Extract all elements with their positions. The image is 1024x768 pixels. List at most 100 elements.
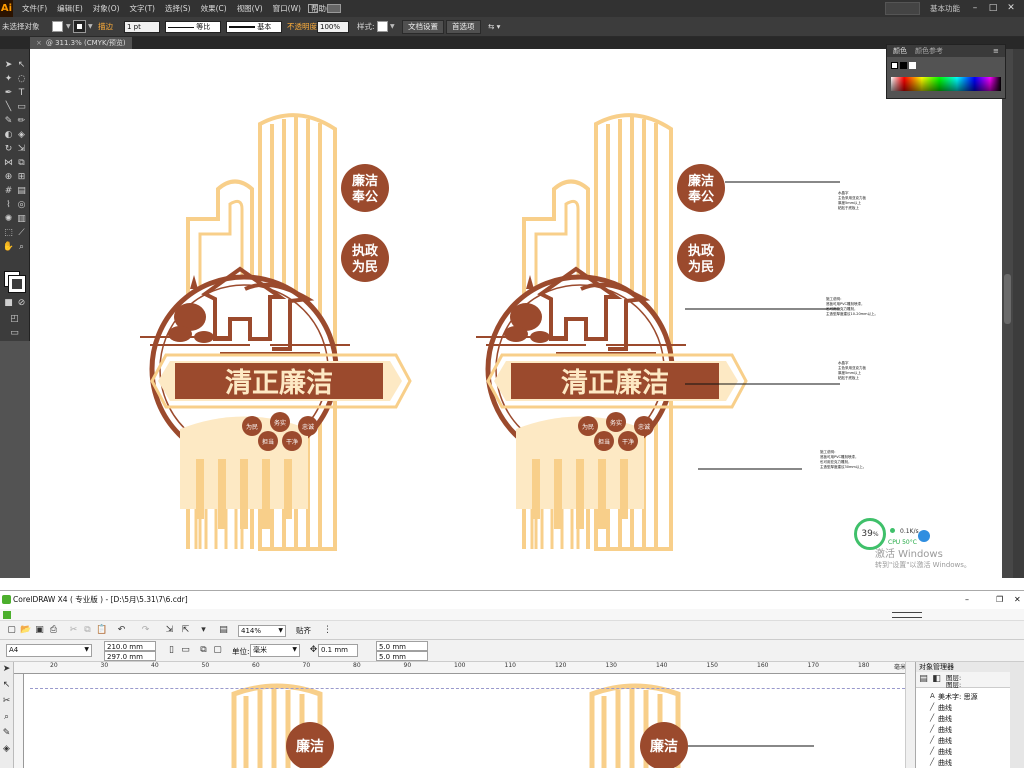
zoom-tool-icon[interactable]: ⌕ <box>1 712 12 723</box>
arrange-documents-icon[interactable] <box>327 4 341 13</box>
tab-color-guide[interactable]: 颜色参考 <box>915 45 943 57</box>
view-layers-icon[interactable]: ◧ <box>931 674 942 685</box>
gradient-tool-icon[interactable]: ▤ <box>15 185 28 198</box>
artboard-canvas[interactable]: 廉洁 奉公 执政 为民 清正廉洁 为民 务实 忠诚 担当 干净 廉洁 奉公 执政… <box>30 49 1002 578</box>
object-row-3[interactable]: 曲线 <box>938 714 952 724</box>
stroke-swatch[interactable] <box>73 20 86 33</box>
duplicate-x-field[interactable]: 5.0 mm <box>376 641 428 651</box>
workspace-switcher[interactable]: 基本功能 <box>930 0 960 17</box>
snap-to-menu[interactable]: 贴齐 <box>296 625 311 636</box>
object-row-2[interactable]: 曲线 <box>938 703 952 713</box>
document-setup-button[interactable]: 文档设置 <box>402 20 444 34</box>
white-swatch[interactable] <box>909 62 916 69</box>
panel-options-icon[interactable]: ⇆ ▾ <box>488 17 500 37</box>
vertical-scrollbar[interactable] <box>1002 49 1013 578</box>
restore-icon[interactable]: ❐ <box>996 591 1003 609</box>
redo-icon[interactable]: ↷ <box>140 625 151 636</box>
doc-window-controls[interactable] <box>892 612 922 618</box>
hand-tool-icon[interactable]: ✋ <box>2 241 15 254</box>
shape-builder-icon[interactable]: ⊕ <box>2 171 15 184</box>
document-tab[interactable]: × @ 311.3% (CMYK/预览) <box>30 37 132 49</box>
zoom-level-field[interactable]: 414% ▼ <box>238 625 286 637</box>
import-icon[interactable]: ⇲ <box>164 625 175 636</box>
blend-tool-icon[interactable]: ◎ <box>15 199 28 212</box>
stroke-color-box[interactable] <box>8 275 26 293</box>
cd-sign-left[interactable]: 廉洁 <box>231 683 334 768</box>
object-row-7[interactable]: 曲线 <box>938 758 952 768</box>
free-transform-icon[interactable]: ⧉ <box>15 157 28 170</box>
open-icon[interactable]: 📂 <box>20 625 31 636</box>
paste-icon[interactable]: 📋 <box>96 625 107 636</box>
none-swatch[interactable] <box>891 62 898 69</box>
stroke-label[interactable]: 描边 <box>98 17 113 37</box>
duplicate-y-field[interactable]: 5.0 mm <box>376 651 428 661</box>
eyedropper-icon[interactable]: ⌇ <box>2 199 15 212</box>
menu-edit[interactable]: 编辑(E) <box>52 0 88 17</box>
layer-options-icon[interactable]: ▤ <box>918 674 929 685</box>
cd-vertical-scrollbar[interactable] <box>905 662 915 768</box>
minimize-icon[interactable]: – <box>965 591 969 609</box>
portrait-icon[interactable]: ▯ <box>166 645 177 656</box>
artboard-tool-icon[interactable]: ⬚ <box>2 227 15 240</box>
units-select[interactable]: 毫米 ▼ <box>250 644 300 657</box>
shape-tool-icon[interactable]: ↖ <box>1 680 12 691</box>
bridge-icon[interactable] <box>308 4 318 13</box>
booster-icon[interactable] <box>918 530 930 542</box>
panel-menu-icon[interactable]: ≡ <box>993 45 999 57</box>
object-row-1[interactable]: 美术字: 思源 <box>938 692 978 702</box>
perspective-grid-icon[interactable]: ⊞ <box>15 171 28 184</box>
cd-drawing-canvas[interactable]: 廉洁 廉洁 <box>24 674 914 768</box>
chevron-down-icon[interactable]: ▼ <box>390 17 395 37</box>
welcome-screen-icon[interactable]: ▤ <box>218 625 229 636</box>
menu-window[interactable]: 窗口(W) <box>268 0 306 17</box>
brush-definition[interactable]: 基本 <box>226 21 282 33</box>
print-icon[interactable]: ⎙ <box>48 625 59 636</box>
eraser-tool-icon[interactable]: ◈ <box>15 129 28 142</box>
stroke-weight-field[interactable]: 1 pt <box>124 21 160 33</box>
landscape-icon[interactable]: ▭ <box>180 645 191 656</box>
scale-tool-icon[interactable]: ⇲ <box>15 143 28 156</box>
color-spectrum[interactable] <box>891 77 1001 91</box>
smart-fill-icon[interactable]: ◈ <box>1 744 12 755</box>
panel-dock[interactable] <box>1013 49 1024 578</box>
object-row-4[interactable]: 曲线 <box>938 725 952 735</box>
page-size-select[interactable]: A4 ▼ <box>6 644 92 657</box>
opacity-field[interactable]: 100% <box>317 21 349 33</box>
slice-tool-icon[interactable]: ⟋ <box>15 227 28 240</box>
export-icon[interactable]: ⇱ <box>180 625 191 636</box>
options-icon[interactable]: ⋮ <box>322 625 333 636</box>
all-pages-icon[interactable]: ⧉ <box>198 645 209 656</box>
application-launcher-icon[interactable]: ▾ <box>198 625 209 636</box>
rotate-tool-icon[interactable]: ↻ <box>2 143 15 156</box>
new-document-icon[interactable]: ▢ <box>6 625 17 636</box>
undo-icon[interactable]: ↶ <box>116 625 127 636</box>
variable-width-profile[interactable]: 等比 <box>165 21 221 33</box>
minimize-icon[interactable]: – <box>968 0 982 17</box>
chevron-down-icon[interactable]: ▼ <box>66 17 71 37</box>
line-tool-icon[interactable]: ╲ <box>2 101 15 114</box>
black-swatch[interactable] <box>900 62 907 69</box>
save-icon[interactable]: ▣ <box>34 625 45 636</box>
sign-design-right[interactable]: 廉洁 奉公 执政 为民 清正廉洁 为民 务实 忠诚 担当 干净 <box>476 115 748 549</box>
magic-wand-icon[interactable]: ✦ <box>2 73 15 86</box>
close-icon[interactable]: ✕ <box>1004 0 1018 17</box>
cd-docker-tabs[interactable] <box>1010 662 1024 768</box>
search-field[interactable] <box>885 2 920 15</box>
horizontal-ruler[interactable]: 20 30 40 50 60 70 80 90 100 110 120 130 140 150 160 170… <box>14 662 914 674</box>
width-tool-icon[interactable]: ⋈ <box>2 157 15 170</box>
maximize-icon[interactable]: □ <box>986 0 1000 17</box>
lasso-tool-icon[interactable]: ◌ <box>15 73 28 86</box>
graph-tool-icon[interactable]: ▥ <box>15 213 28 226</box>
object-row-5[interactable]: 曲线 <box>938 736 952 746</box>
scroll-thumb[interactable] <box>1004 274 1011 324</box>
close-tab-icon[interactable]: × <box>36 39 42 47</box>
menu-effect[interactable]: 效果(C) <box>196 0 232 17</box>
style-swatch[interactable] <box>377 21 388 32</box>
copy-icon[interactable]: ⧉ <box>82 625 93 636</box>
symbol-sprayer-icon[interactable]: ✺ <box>2 213 15 226</box>
direct-selection-tool-icon[interactable]: ↖ <box>15 59 28 72</box>
menu-select[interactable]: 选择(S) <box>160 0 196 17</box>
page-width-field[interactable]: 210.0 mm <box>104 641 156 651</box>
pen-tool-icon[interactable]: ✒ <box>2 87 15 100</box>
tab-color[interactable]: 颜色 <box>893 45 907 57</box>
